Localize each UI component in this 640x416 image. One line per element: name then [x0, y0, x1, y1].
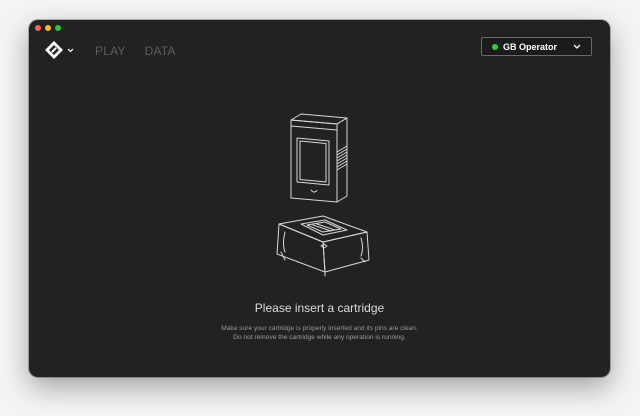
logo-menu-button[interactable] — [44, 40, 74, 60]
connection-status-dot — [492, 43, 498, 50]
device-select[interactable]: GB Operator — [481, 37, 592, 56]
insert-cartridge-title: Please insert a cartridge — [254, 301, 385, 315]
zoom-button[interactable] — [55, 25, 61, 31]
cartridge-logo-icon — [45, 41, 63, 59]
app-window: PLAY DATA GB Operator Please insert a ca… — [29, 20, 610, 377]
insert-cartridge-description: Make sure your cartridge is properly ins… — [29, 324, 610, 342]
nav-play[interactable]: PLAY — [95, 44, 126, 58]
description-line: Do not remove the cartridge while any op… — [233, 334, 406, 341]
chevron-down-icon — [573, 44, 581, 49]
nav-data[interactable]: DATA — [145, 44, 176, 58]
cartridge-in-dock-illustration — [276, 113, 370, 277]
window-controls — [35, 25, 61, 31]
minimize-button[interactable] — [45, 25, 51, 31]
main-nav: PLAY DATA — [95, 44, 176, 58]
chevron-down-icon — [67, 48, 74, 52]
device-name: GB Operator — [503, 41, 558, 52]
close-button[interactable] — [35, 25, 41, 31]
description-line: Make sure your cartridge is properly ins… — [221, 325, 418, 332]
